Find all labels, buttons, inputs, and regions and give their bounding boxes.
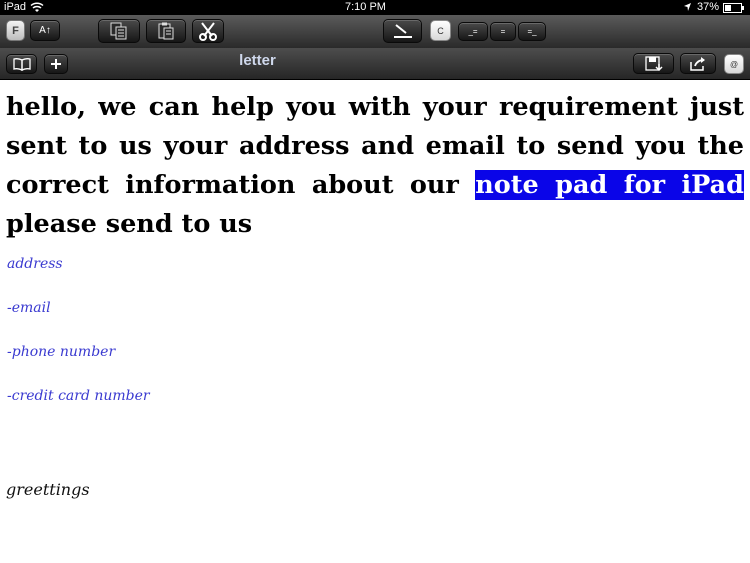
selected-text[interactable]: note pad for iPad	[475, 170, 745, 200]
copy-button[interactable]	[98, 19, 140, 43]
wifi-icon	[30, 2, 44, 13]
document-toolbar: @	[0, 48, 750, 80]
body-end-text: please send to us	[6, 209, 253, 239]
align-center-button[interactable]: =	[490, 22, 516, 41]
font-size-button[interactable]: A↑	[30, 20, 60, 41]
email-button[interactable]: @	[724, 54, 744, 74]
document-body[interactable]: hello, we can help you with your require…	[0, 80, 750, 563]
book-icon	[12, 57, 32, 71]
battery-icon	[723, 3, 745, 13]
field-email: -email	[7, 300, 51, 316]
paste-button[interactable]	[146, 19, 186, 43]
field-credit-card: -credit card number	[7, 388, 150, 404]
color-button[interactable]: C	[430, 20, 451, 41]
format-toolbar: F A↑ C _= = =_	[0, 15, 750, 49]
field-address: address	[7, 256, 63, 272]
status-bar: iPad 7:10 PM 37%	[0, 0, 750, 15]
save-icon	[644, 55, 664, 72]
paste-icon	[157, 22, 175, 40]
cut-button[interactable]	[192, 19, 224, 43]
field-phone: -phone number	[7, 344, 116, 360]
document-title: letter	[239, 52, 276, 69]
save-button[interactable]	[633, 53, 674, 74]
documents-button[interactable]	[6, 54, 37, 74]
add-button[interactable]	[44, 54, 68, 74]
plus-icon	[50, 58, 62, 70]
pen-icon	[391, 22, 415, 40]
battery-percent: 37%	[697, 1, 720, 13]
closing-text: greettings	[6, 480, 90, 499]
share-button[interactable]	[680, 53, 716, 74]
font-button[interactable]: F	[6, 20, 25, 41]
share-icon	[688, 56, 708, 72]
status-time: 7:10 PM	[345, 1, 386, 13]
carrier-label: iPad	[4, 1, 27, 13]
align-left-button[interactable]: _=	[458, 22, 488, 41]
letter-paragraph[interactable]: hello, we can help you with your require…	[6, 88, 745, 244]
copy-icon	[109, 22, 129, 40]
align-right-button[interactable]: =_	[518, 22, 546, 41]
location-arrow-icon	[683, 2, 692, 12]
pen-button[interactable]	[383, 19, 422, 43]
scissors-icon	[198, 21, 218, 41]
